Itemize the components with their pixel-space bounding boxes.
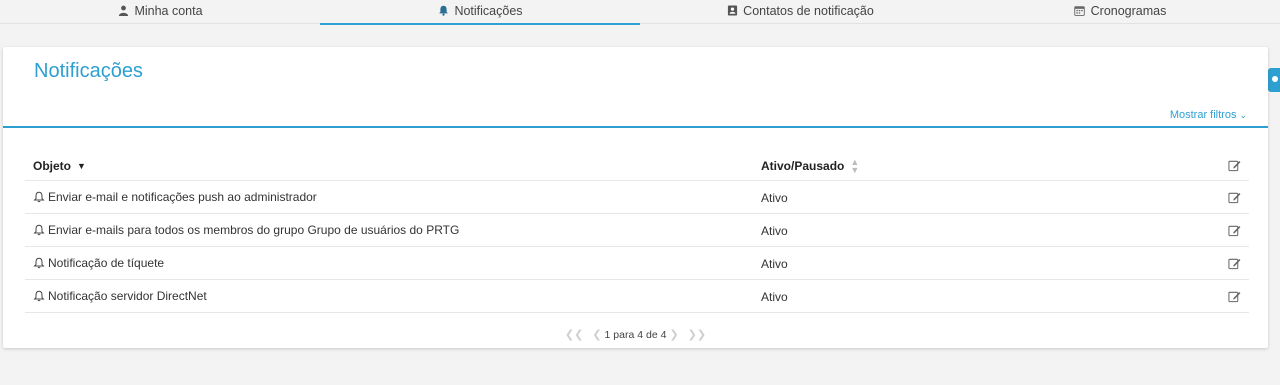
notifications-panel: Notificações Mostrar filtros ⌄ Objeto ▼ A… [3, 47, 1268, 348]
column-header-object-label: Objeto [33, 158, 71, 173]
tab-schedules[interactable]: Cronogramas [960, 0, 1280, 24]
status-value: Ativo [761, 257, 788, 271]
notification-name[interactable]: Notificação servidor DirectNet [48, 289, 207, 303]
header-divider [3, 126, 1268, 128]
bell-icon [437, 5, 449, 17]
notifications-table: Objeto ▼ Ativo/Pausado ▲ ▼ Enviar e-mail … [25, 151, 1249, 313]
calendar-icon [1074, 5, 1086, 17]
tab-label: Minha conta [134, 3, 203, 18]
tab-notification-contacts[interactable]: Contatos de notificação [640, 0, 960, 24]
table-row[interactable]: Enviar e-mail e notificações push ao adm… [25, 181, 1249, 214]
prev-page-icon[interactable]: ❮ [592, 328, 601, 341]
pagination: ❮❮ ❮ 1 para 4 de 4 ❯ ❯❯ [3, 328, 1268, 342]
edit-icon[interactable] [1219, 257, 1249, 270]
notification-name[interactable]: Notificação de tíquete [48, 256, 164, 270]
column-header-status-label: Ativo/Pausado [761, 158, 845, 173]
chevron-down-icon: ⌄ [1239, 110, 1247, 120]
first-page-icon[interactable]: ❮❮ [565, 328, 583, 341]
table-row[interactable]: Notificação de tíquete Ativo [25, 247, 1249, 280]
tab-label: Cronogramas [1090, 3, 1167, 18]
table-row[interactable]: Enviar e-mails para todos os membros do … [25, 214, 1249, 247]
bell-icon [33, 191, 45, 203]
page-range-label: 1 para 4 de 4 [604, 328, 667, 341]
edit-icon[interactable] [1219, 191, 1249, 204]
notification-name[interactable]: Enviar e-mails para todos os membros do … [48, 223, 459, 237]
contact-card-icon [726, 5, 738, 17]
edit-all-icon[interactable] [1219, 159, 1249, 172]
show-filters-link[interactable]: Mostrar filtros ⌄ [1170, 109, 1247, 121]
sort-desc-icon: ▼ [77, 160, 86, 171]
status-value: Ativo [761, 191, 788, 205]
next-page-icon[interactable]: ❯ [669, 328, 678, 341]
tab-label: Contatos de notificação [743, 3, 874, 18]
page-title: Notificações [34, 60, 143, 82]
column-header-status[interactable]: Ativo/Pausado ▲ ▼ [761, 156, 1219, 175]
column-header-object[interactable]: Objeto ▼ [25, 159, 761, 173]
sort-neutral-icon: ▲ ▼ [850, 156, 860, 175]
notification-name[interactable]: Enviar e-mail e notificações push ao adm… [48, 190, 317, 204]
table-row[interactable]: Notificação servidor DirectNet Ativo [25, 280, 1249, 313]
tab-label: Notificações [454, 3, 523, 18]
edit-icon[interactable] [1219, 290, 1249, 303]
show-filters-label: Mostrar filtros [1169, 109, 1237, 121]
table-header-row: Objeto ▼ Ativo/Pausado ▲ ▼ [25, 151, 1249, 181]
status-value: Ativo [761, 224, 788, 238]
tab-bar: Minha conta Notificações Contatos de not… [0, 0, 1280, 25]
tab-notifications[interactable]: Notificações [320, 0, 640, 25]
status-value: Ativo [761, 290, 788, 304]
bell-icon [33, 224, 45, 236]
bell-icon [33, 290, 45, 302]
last-page-icon[interactable]: ❯❯ [688, 328, 706, 341]
user-icon [117, 5, 129, 17]
side-panel-toggle[interactable] [1268, 68, 1280, 92]
edit-icon[interactable] [1219, 224, 1249, 237]
bell-icon [33, 257, 45, 269]
tab-my-account[interactable]: Minha conta [0, 0, 320, 24]
